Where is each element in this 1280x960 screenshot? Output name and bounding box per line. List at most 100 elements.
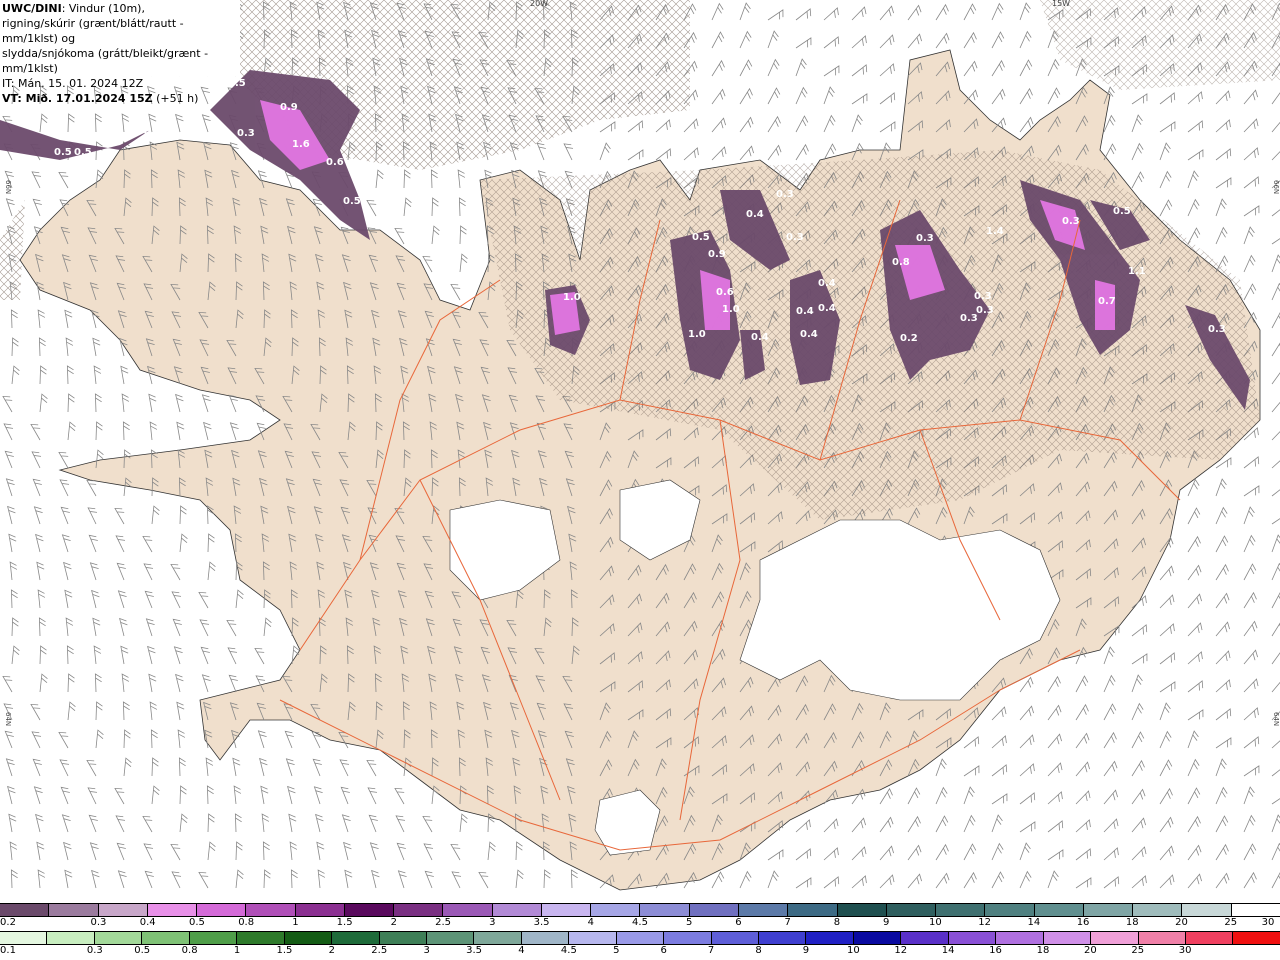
snow-legend-tick-label: 3.5 bbox=[533, 917, 550, 928]
snow-legend-swatch bbox=[936, 904, 986, 916]
rain-legend-tick-label: 0.8 bbox=[181, 945, 198, 956]
rain-legend-tick-label: 9 bbox=[802, 945, 810, 956]
snow-legend-tick-label: 2.5 bbox=[435, 917, 452, 928]
rain-legend-swatch bbox=[426, 932, 475, 944]
rain-legend-swatch bbox=[616, 932, 665, 944]
rain-legend-swatch bbox=[996, 932, 1044, 944]
snow-legend: 0.2 0.3 0.4 0.5 0.8 1 1.5 2 2.5 3 3.5 4 4.5 5 6 7 8 9 10 12… bbox=[0, 903, 1280, 930]
precip-value-label: 0.3 bbox=[1208, 324, 1226, 335]
rain-legend-swatch bbox=[901, 932, 949, 944]
snow-legend-swatch bbox=[738, 904, 789, 916]
map-title-box: UWC/DINI: Vindur (10m), rigning/skúrir (… bbox=[0, 0, 240, 105]
title-line-2: rigning/skúrir (grænt/blátt/rautt - mm/1… bbox=[2, 17, 184, 45]
rain-legend-tick-label: 10 bbox=[846, 945, 860, 956]
precip-value-label: 0.5 bbox=[1113, 206, 1131, 217]
rain-legend-tick-label: 1.5 bbox=[276, 945, 293, 956]
snow-legend-swatch bbox=[788, 904, 838, 916]
snow-legend-tick-label: 18 bbox=[1125, 917, 1139, 928]
snow-legend-tick-label: 6 bbox=[735, 917, 742, 928]
precip-value-label: 1.0 bbox=[688, 329, 706, 340]
rain-legend-tick-label: 6 bbox=[660, 945, 667, 956]
rain-legend-swatch bbox=[189, 932, 238, 944]
snow-legend-tick-label: 30 bbox=[1261, 917, 1275, 928]
precip-value-label: 1.4 bbox=[986, 226, 1004, 237]
meridian-label: 20W bbox=[530, 0, 548, 8]
snow-legend-swatch bbox=[640, 904, 690, 916]
rain-legend-swatch bbox=[664, 932, 712, 944]
rain-legend-swatch bbox=[47, 932, 95, 944]
rain-legend-swatch bbox=[142, 932, 190, 944]
snow-legend-swatch bbox=[492, 904, 542, 916]
snow-legend-swatch bbox=[591, 904, 641, 916]
precip-value-label: 0.7 bbox=[1098, 296, 1116, 307]
precip-value-label: 0.5 bbox=[343, 196, 361, 207]
precip-value-label: 0.5 bbox=[54, 147, 72, 158]
snow-legend-swatch bbox=[197, 904, 247, 916]
rain-legend-tick-label: 5 bbox=[613, 945, 620, 956]
snow-legend-swatch bbox=[1083, 904, 1134, 916]
rain-legend-swatch bbox=[332, 932, 380, 944]
snow-legend-swatch bbox=[541, 904, 592, 916]
rain-legend-tick-label: 14 bbox=[941, 945, 955, 956]
rain-legend-tick-label: 3 bbox=[423, 945, 430, 956]
rain-legend-tick-label: 25 bbox=[1131, 945, 1145, 956]
precip-value-label: 0.3 bbox=[1062, 216, 1080, 227]
snow-legend-tick-label: 7 bbox=[784, 917, 791, 928]
snow-legend-swatch bbox=[1133, 904, 1183, 916]
rain-legend-tick-label: 0.3 bbox=[86, 945, 103, 956]
snow-legend-tick-label: 25 bbox=[1224, 917, 1238, 928]
rain-color-bar bbox=[0, 931, 1280, 945]
precip-value-label: 0.3 bbox=[776, 189, 794, 200]
init-time: IT: Mán. 15. 01. 2024 12Z bbox=[2, 77, 144, 90]
parallel-label: 66N bbox=[1272, 180, 1280, 194]
precip-value-label: 0.4 bbox=[796, 306, 814, 317]
rain-legend-swatch bbox=[1185, 932, 1234, 944]
precip-value-label: 0.4 bbox=[818, 303, 836, 314]
snow-legend-tick-label: 3 bbox=[489, 917, 496, 928]
precip-value-label: 0.3 bbox=[237, 128, 255, 139]
precip-value-label: 0.2 bbox=[900, 333, 918, 344]
snow-legend-tick-label: 0.2 bbox=[0, 917, 16, 928]
snow-legend-swatch bbox=[886, 904, 937, 916]
rain-legend-tick-label: 12 bbox=[894, 945, 908, 956]
rain-legend-swatch bbox=[853, 932, 902, 944]
rain-legend-tick-label: 2.5 bbox=[371, 945, 388, 956]
snow-legend-tick-label: 0.5 bbox=[188, 917, 205, 928]
precip-value-label: 0.9 bbox=[708, 249, 726, 260]
rain-legend-swatch bbox=[759, 932, 807, 944]
snow-legend-tick-label: 12 bbox=[978, 917, 991, 928]
parallel-label: 64N bbox=[1272, 712, 1280, 726]
rain-legend-swatch bbox=[284, 932, 333, 944]
rain-legend-swatch bbox=[948, 932, 997, 944]
rain-legend-swatch bbox=[94, 932, 143, 944]
precip-value-label: 0.9 bbox=[280, 102, 298, 113]
rain-legend-swatch bbox=[237, 932, 285, 944]
precip-value-label: 1.0 bbox=[563, 292, 581, 303]
snow-legend-swatch bbox=[1231, 904, 1280, 916]
snow-legend-swatch bbox=[1182, 904, 1232, 916]
snow-legend-swatch bbox=[295, 904, 345, 916]
snow-color-bar bbox=[0, 903, 1280, 917]
snow-legend-tick-label: 0.3 bbox=[90, 917, 107, 928]
precip-value-label: 1.1 bbox=[1128, 266, 1146, 277]
snow-legend-tick-label: 9 bbox=[882, 917, 890, 928]
model-name: UWC/DINI bbox=[2, 2, 62, 15]
snow-legend-tick-label: 14 bbox=[1027, 917, 1041, 928]
forecast-map: 20W 15W 0.50.90.31.60.60.50.5 0.50.31.00.… bbox=[0, 0, 1280, 903]
snow-legend-tick-label: 10 bbox=[929, 917, 942, 928]
parallel-label: 66N bbox=[4, 180, 12, 194]
snow-legend-swatch bbox=[837, 904, 887, 916]
snow-legend-tick-label: 1.5 bbox=[336, 917, 353, 928]
precip-value-label: 0.3 bbox=[144, 128, 162, 139]
precip-value-label: 1.6 bbox=[292, 139, 310, 150]
rain-legend-swatch bbox=[711, 932, 759, 944]
meridian-label: 15W bbox=[1052, 0, 1070, 8]
rain-legend-swatch bbox=[806, 932, 854, 944]
snow-legend-ticks: 0.2 0.3 0.4 0.5 0.8 1 1.5 2 2.5 3 3.5 4 4.5 5 6 7 8 9 10 12… bbox=[0, 917, 1280, 930]
rain-legend-swatch bbox=[0, 932, 48, 944]
rain-legend-swatch bbox=[1233, 932, 1280, 944]
snow-legend-tick-label: 8 bbox=[833, 917, 841, 928]
precip-value-label: 0.4 bbox=[800, 329, 818, 340]
snow-legend-tick-label: 2 bbox=[390, 917, 398, 928]
precip-value-label: 0.3 bbox=[976, 305, 994, 316]
